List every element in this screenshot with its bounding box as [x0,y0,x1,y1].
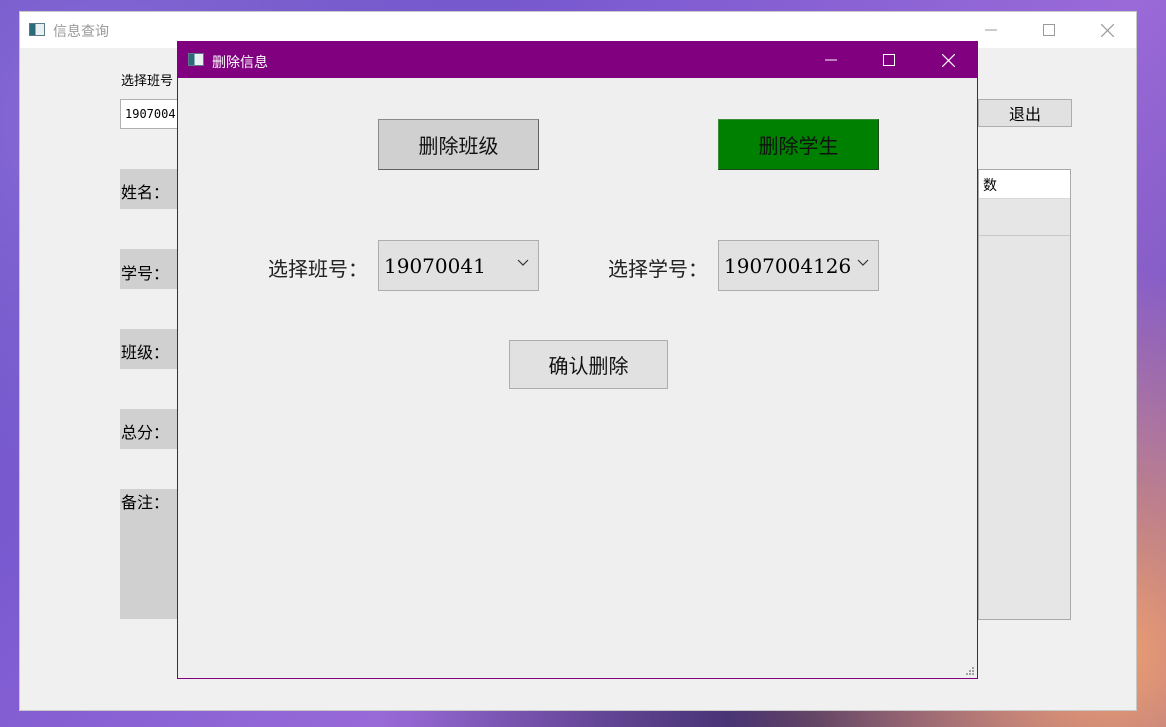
dialog-titlebar[interactable]: 删除信息 [178,42,977,78]
class-combo-value: 19070041 [384,254,486,278]
class-field-label: 班级： [121,343,170,362]
maximize-icon [883,54,895,66]
table-header: 数 [979,170,1070,199]
table-header-label: 数 [983,178,997,194]
minimize-icon [825,59,837,61]
select-class-label: 选择班号： [268,257,368,281]
maximize-button[interactable] [1020,12,1078,48]
dialog-minimize-button[interactable] [802,42,860,78]
name-label: 姓名： [121,183,170,202]
note-label: 备注： [121,493,170,512]
maximize-icon [1043,24,1055,36]
delete-info-dialog: 删除信息 删除班级 删除学生 选择班号： 19070041 选择学号： 1907… [177,41,978,679]
table-row[interactable] [979,199,1070,236]
delete-class-button[interactable]: 删除班级 [378,119,539,170]
dialog-close-button[interactable] [919,42,977,78]
student-combo-value: 1907004126 [724,254,852,278]
close-button[interactable] [1078,12,1136,48]
select-student-label: 选择学号： [608,257,708,281]
minimize-icon [985,29,997,31]
total-score-label: 总分： [121,423,170,442]
chevron-down-icon [517,259,529,266]
close-icon [1100,23,1114,37]
main-window-title: 信息查询 [53,24,109,40]
exit-button[interactable]: 退出 [978,99,1072,127]
score-table[interactable]: 数 [978,169,1071,620]
class-combo[interactable]: 19070041 [378,240,539,291]
close-icon [941,53,955,67]
app-icon [188,53,204,66]
delete-student-button[interactable]: 删除学生 [718,119,879,170]
student-combo[interactable]: 1907004126 [718,240,879,291]
student-id-label: 学号： [121,264,170,283]
dialog-title: 删除信息 [212,55,268,71]
confirm-delete-button[interactable]: 确认删除 [509,340,668,389]
select-class-label: 选择班号 [121,74,174,89]
resize-grip-icon[interactable] [965,666,975,676]
chevron-down-icon [857,259,869,266]
dialog-maximize-button[interactable] [860,42,918,78]
app-icon [29,23,45,36]
